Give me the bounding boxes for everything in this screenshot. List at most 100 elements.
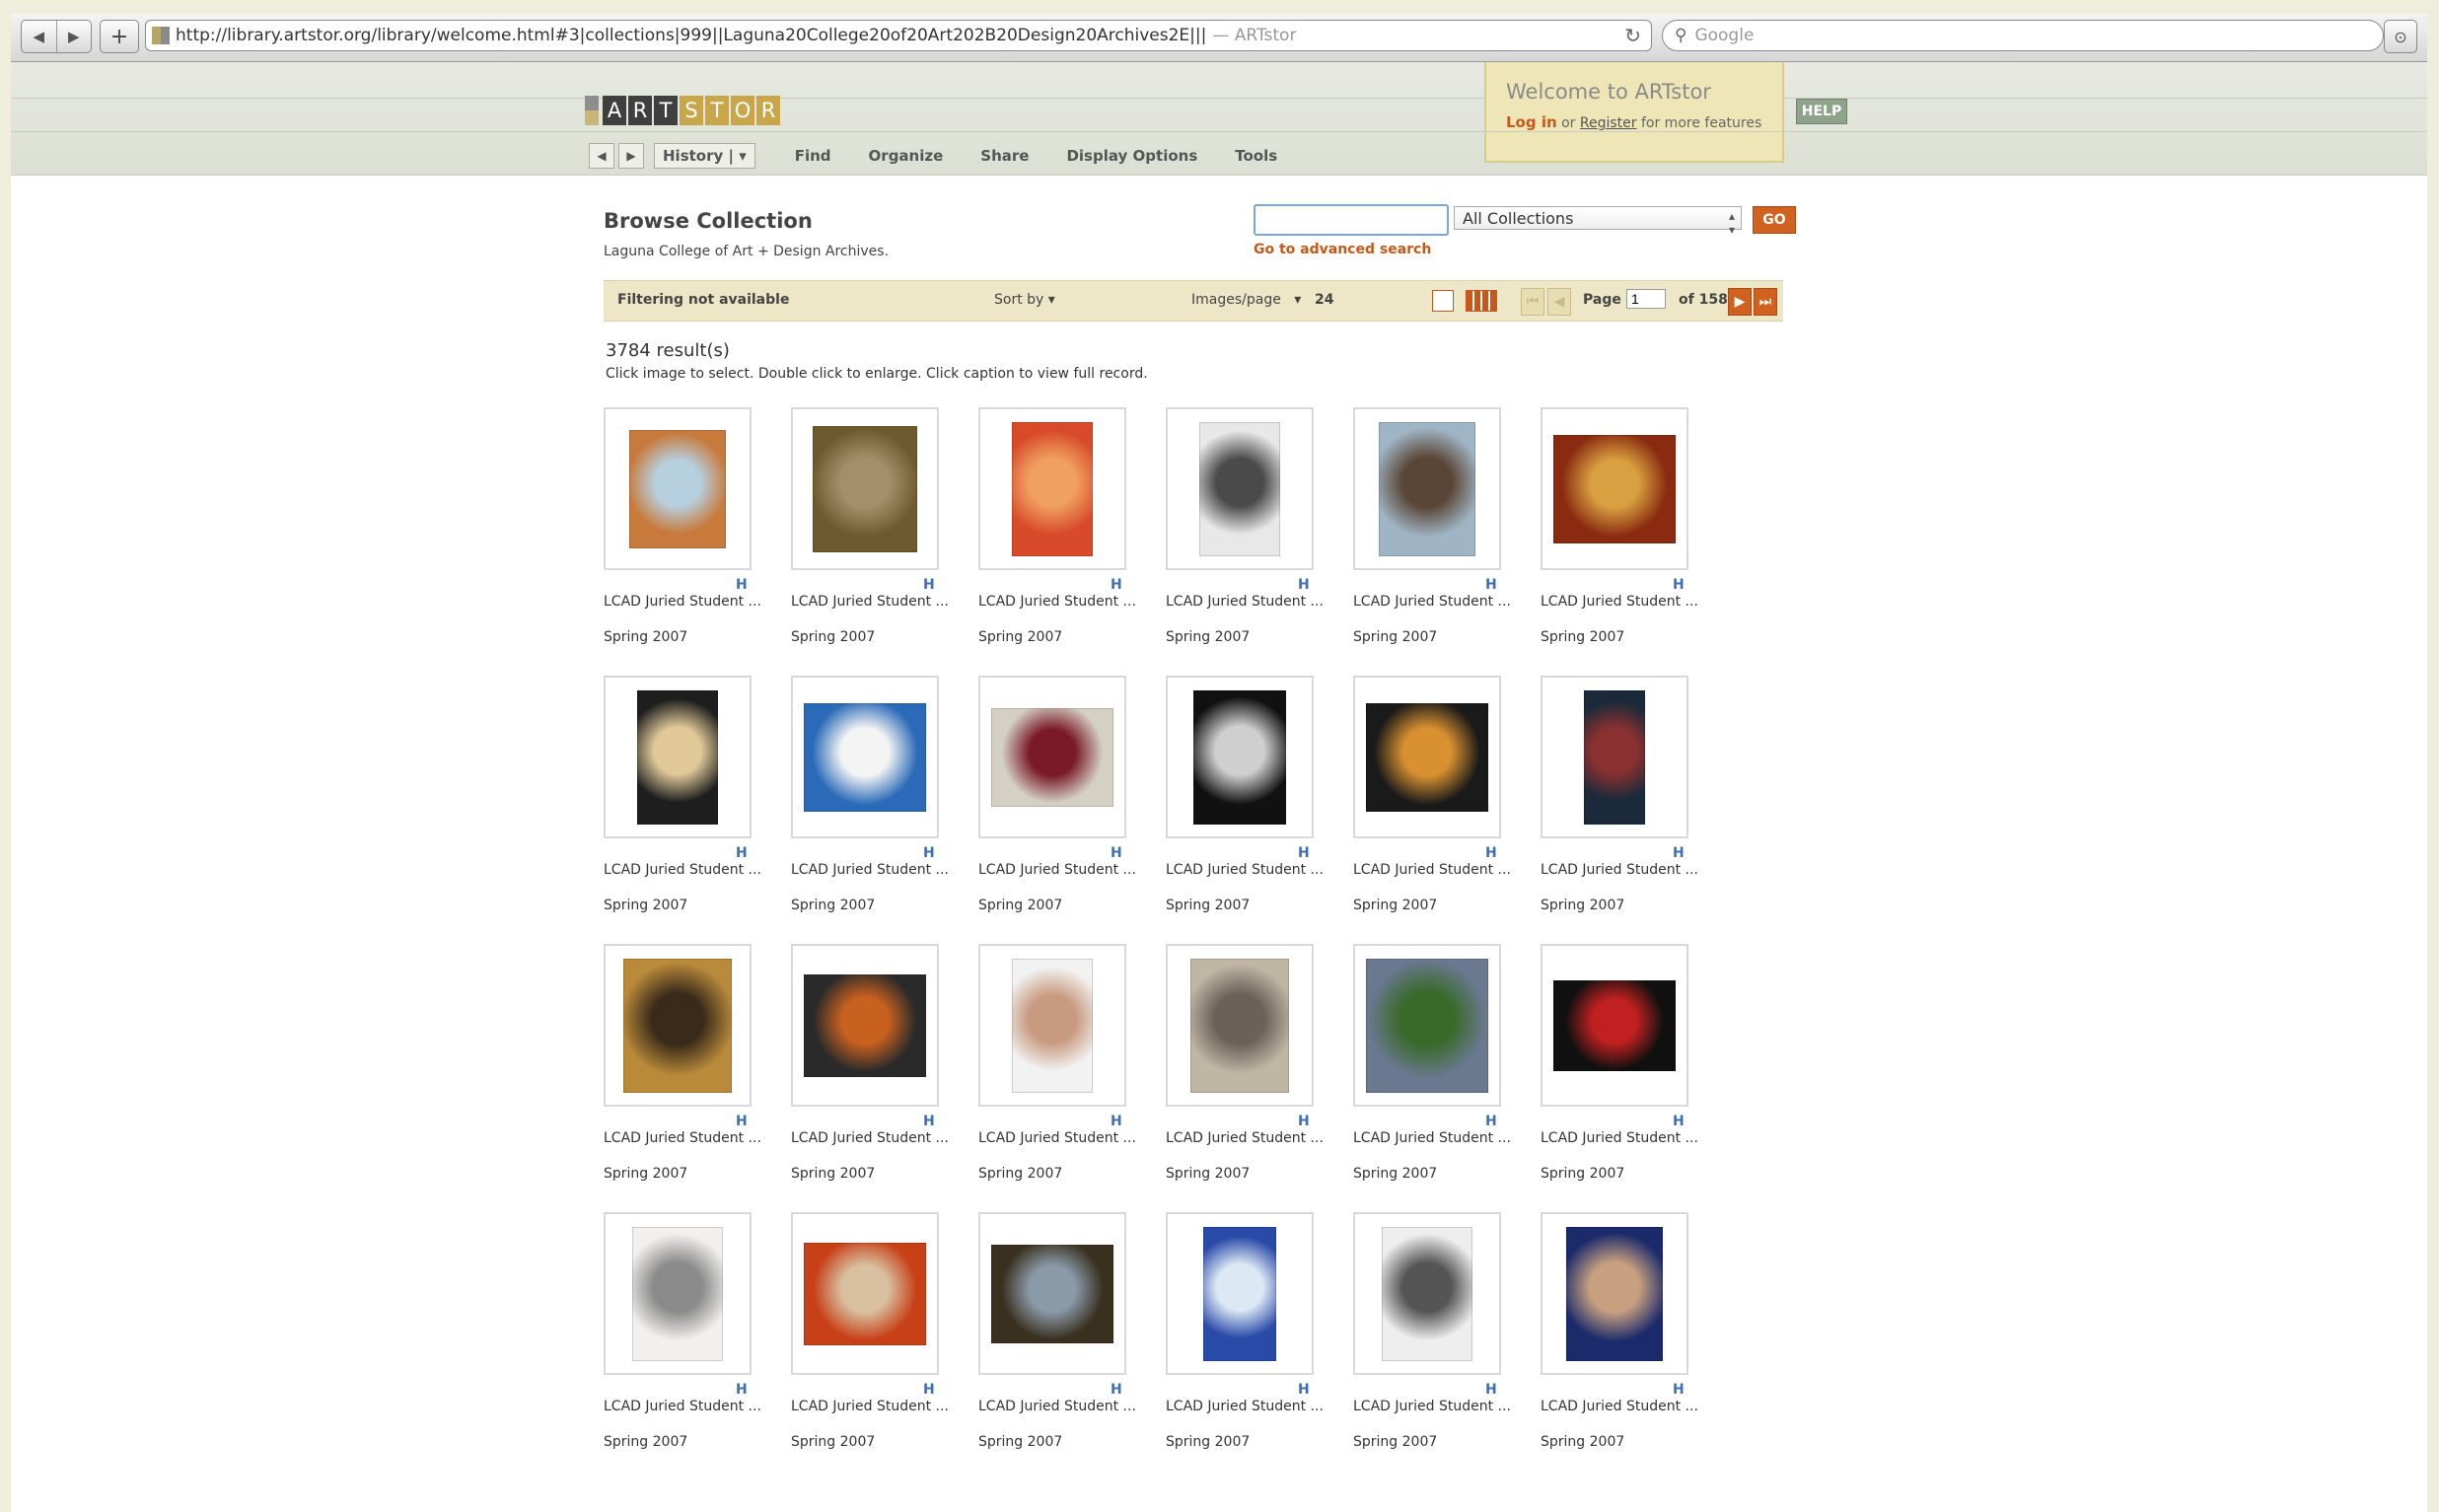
thumbnail-cell[interactable]: H LCAD Juried Student ... Spring 2007 xyxy=(1353,407,1541,676)
thumbnail-caption[interactable]: LCAD Juried Student ... xyxy=(604,1130,761,1146)
thumbnail-frame[interactable] xyxy=(1166,407,1314,570)
thumbnail-cell[interactable]: H LCAD Juried Student ... Spring 2007 xyxy=(791,407,978,676)
menu-organize[interactable]: Organize xyxy=(869,147,944,165)
thumbnail-frame[interactable] xyxy=(1166,676,1314,838)
thumbnail-caption[interactable]: LCAD Juried Student ... xyxy=(978,1399,1136,1414)
thumbnail-cell[interactable]: H LCAD Juried Student ... Spring 2007 xyxy=(978,1212,1166,1480)
list-view-icon[interactable] xyxy=(1466,290,1497,312)
thumbnail-frame[interactable] xyxy=(1353,676,1501,838)
thumbnail-cell[interactable]: H LCAD Juried Student ... Spring 2007 xyxy=(1541,944,1728,1212)
search-input[interactable] xyxy=(1254,204,1449,236)
thumbnail-frame[interactable] xyxy=(1353,1212,1501,1375)
register-link[interactable]: Register xyxy=(1580,115,1637,131)
artwork-thumbnail-image[interactable] xyxy=(1012,421,1093,556)
thumbnail-caption[interactable]: LCAD Juried Student ... xyxy=(978,862,1136,878)
url-text[interactable]: http://library.artstor.org/library/welco… xyxy=(176,26,1206,45)
high-res-icon[interactable]: H xyxy=(1485,1382,1497,1398)
thumbnail-frame[interactable] xyxy=(978,944,1126,1107)
menu-share[interactable]: Share xyxy=(980,147,1029,165)
thumbnail-frame[interactable] xyxy=(1166,1212,1314,1375)
artwork-thumbnail-image[interactable] xyxy=(1379,421,1475,556)
thumbnail-caption[interactable]: LCAD Juried Student ... xyxy=(1166,862,1324,878)
nav-forward-icon[interactable]: ▶ xyxy=(618,143,644,169)
thumbnail-caption[interactable]: LCAD Juried Student ... xyxy=(604,862,761,878)
high-res-icon[interactable]: H xyxy=(736,577,748,593)
thumbnail-cell[interactable]: H LCAD Juried Student ... Spring 2007 xyxy=(1353,944,1541,1212)
high-res-icon[interactable]: H xyxy=(1111,1114,1122,1129)
thumbnail-cell[interactable]: H LCAD Juried Student ... Spring 2007 xyxy=(604,676,791,944)
thumbnail-caption[interactable]: LCAD Juried Student ... xyxy=(1353,1399,1511,1414)
artwork-thumbnail-image[interactable] xyxy=(1366,702,1488,812)
high-res-icon[interactable]: H xyxy=(1485,1114,1497,1129)
thumbnail-frame[interactable] xyxy=(978,407,1126,570)
advanced-search-link[interactable]: Go to advanced search xyxy=(1254,242,1431,257)
thumbnail-frame[interactable] xyxy=(978,676,1126,838)
high-res-icon[interactable]: H xyxy=(923,1382,935,1398)
thumbnail-frame[interactable] xyxy=(604,1212,752,1375)
artwork-thumbnail-image[interactable] xyxy=(1382,1226,1472,1361)
help-button[interactable]: HELP xyxy=(1796,99,1847,124)
page-number-input[interactable] xyxy=(1626,289,1666,309)
thumbnail-frame[interactable] xyxy=(791,944,939,1107)
thumbnail-frame[interactable] xyxy=(791,676,939,838)
thumbnail-cell[interactable]: H LCAD Juried Student ... Spring 2007 xyxy=(978,676,1166,944)
high-res-icon[interactable]: H xyxy=(1673,1382,1685,1398)
thumbnail-frame[interactable] xyxy=(1541,676,1688,838)
thumbnail-frame[interactable] xyxy=(1541,407,1688,570)
address-bar[interactable]: http://library.artstor.org/library/welco… xyxy=(145,20,1652,51)
high-res-icon[interactable]: H xyxy=(1298,1382,1310,1398)
thumbnail-caption[interactable]: LCAD Juried Student ... xyxy=(1353,862,1511,878)
artwork-thumbnail-image[interactable] xyxy=(1203,1226,1276,1361)
high-res-icon[interactable]: H xyxy=(1485,577,1497,593)
thumbnail-cell[interactable]: H LCAD Juried Student ... Spring 2007 xyxy=(1353,676,1541,944)
high-res-icon[interactable]: H xyxy=(923,845,935,861)
high-res-icon[interactable]: H xyxy=(1298,845,1310,861)
artwork-thumbnail-image[interactable] xyxy=(1566,1226,1663,1361)
thumbnail-cell[interactable]: H LCAD Juried Student ... Spring 2007 xyxy=(1541,407,1728,676)
artwork-thumbnail-image[interactable] xyxy=(1012,958,1093,1093)
thumbnail-cell[interactable]: H LCAD Juried Student ... Spring 2007 xyxy=(604,944,791,1212)
sort-dropdown[interactable]: Sort by ▾ xyxy=(994,292,1055,308)
artwork-thumbnail-image[interactable] xyxy=(804,973,926,1077)
thumbnail-cell[interactable]: H LCAD Juried Student ... Spring 2007 xyxy=(1353,1212,1541,1480)
high-res-icon[interactable]: H xyxy=(736,845,748,861)
thumbnail-cell[interactable]: H LCAD Juried Student ... Spring 2007 xyxy=(978,407,1166,676)
thumbnail-caption[interactable]: LCAD Juried Student ... xyxy=(1166,1399,1324,1414)
browser-search-field[interactable]: ⚲ Google xyxy=(1662,20,2384,51)
login-link[interactable]: Log in xyxy=(1506,113,1557,131)
thumbnail-cell[interactable]: H LCAD Juried Student ... Spring 2007 xyxy=(604,407,791,676)
thumbnail-caption[interactable]: LCAD Juried Student ... xyxy=(1541,594,1698,610)
artwork-thumbnail-image[interactable] xyxy=(1193,689,1286,825)
thumbnail-cell[interactable]: H LCAD Juried Student ... Spring 2007 xyxy=(791,676,978,944)
thumbnail-caption[interactable]: LCAD Juried Student ... xyxy=(604,1399,761,1414)
thumbnail-frame[interactable] xyxy=(604,407,752,570)
thumbnail-frame[interactable] xyxy=(1541,944,1688,1107)
high-res-icon[interactable]: H xyxy=(736,1382,748,1398)
thumbnail-frame[interactable] xyxy=(791,407,939,570)
thumbnail-caption[interactable]: LCAD Juried Student ... xyxy=(791,862,949,878)
thumbnail-cell[interactable]: H LCAD Juried Student ... Spring 2007 xyxy=(1541,676,1728,944)
artwork-thumbnail-image[interactable] xyxy=(1190,958,1289,1093)
go-button[interactable]: GO xyxy=(1753,206,1796,234)
thumbnail-caption[interactable]: LCAD Juried Student ... xyxy=(978,1130,1136,1146)
high-res-icon[interactable]: H xyxy=(1673,577,1685,593)
high-res-icon[interactable]: H xyxy=(1673,845,1685,861)
high-res-icon[interactable]: H xyxy=(1111,1382,1122,1398)
thumbnail-caption[interactable]: LCAD Juried Student ... xyxy=(791,1399,949,1414)
images-per-page-dropdown[interactable]: Images/page ▾ xyxy=(1191,292,1301,308)
high-res-icon[interactable]: H xyxy=(1673,1114,1685,1129)
thumbnail-caption[interactable]: LCAD Juried Student ... xyxy=(978,594,1136,610)
thumbnail-frame[interactable] xyxy=(1353,944,1501,1107)
thumbnail-cell[interactable]: H LCAD Juried Student ... Spring 2007 xyxy=(1541,1212,1728,1480)
thumbnail-frame[interactable] xyxy=(604,676,752,838)
thumbnail-cell[interactable]: H LCAD Juried Student ... Spring 2007 xyxy=(1166,676,1353,944)
artwork-thumbnail-image[interactable] xyxy=(1366,958,1488,1093)
thumbnail-cell[interactable]: H LCAD Juried Student ... Spring 2007 xyxy=(1166,407,1353,676)
artwork-thumbnail-image[interactable] xyxy=(1199,421,1280,556)
first-page-icon[interactable]: ⏮ xyxy=(1521,288,1544,316)
prev-page-icon[interactable]: ◀ xyxy=(1547,288,1571,316)
add-bookmark-button[interactable]: + xyxy=(100,20,139,53)
artwork-thumbnail-image[interactable] xyxy=(804,702,926,812)
high-res-icon[interactable]: H xyxy=(1298,1114,1310,1129)
high-res-icon[interactable]: H xyxy=(1111,577,1122,593)
